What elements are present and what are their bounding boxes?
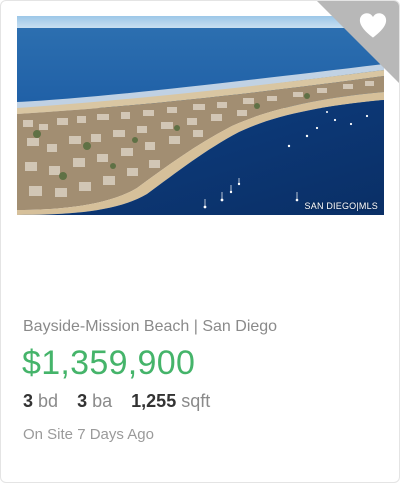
mls-watermark: SAN DIEGO|MLS	[304, 201, 378, 211]
favorite-button[interactable]	[317, 1, 399, 83]
sqft-count: 1,255	[131, 391, 177, 411]
listing-specs: 3 bd 3 ba 1,255 sqft	[23, 391, 210, 412]
listing-address[interactable]: Bayside-Mission Beach | San Diego	[23, 318, 277, 336]
baths-unit: ba	[92, 391, 113, 411]
beds-count: 3	[23, 391, 34, 411]
heart-icon	[359, 13, 387, 38]
beds-unit: bd	[38, 391, 59, 411]
sqft-unit: sqft	[181, 391, 211, 411]
baths-count: 3	[77, 391, 88, 411]
listing-card[interactable]: SAN DIEGO|MLS Bayside-Mission Beach | Sa…	[0, 0, 400, 483]
listing-price: $1,359,900	[22, 344, 196, 382]
on-site-duration: On Site 7 Days Ago	[23, 426, 154, 443]
